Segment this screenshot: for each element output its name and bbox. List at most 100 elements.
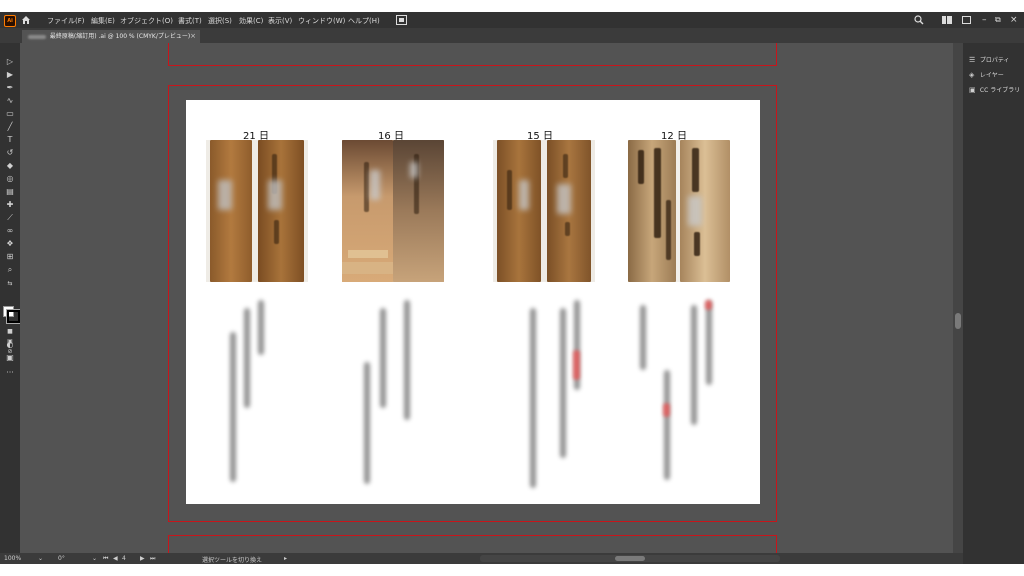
rotate-view-field[interactable]: 0° (58, 555, 65, 562)
app-logo: Ai (4, 15, 16, 27)
cc-libraries-icon: ▣ (969, 86, 976, 94)
draw-mode-icon[interactable]: ◐ (4, 340, 16, 350)
blurred-inscription (268, 180, 282, 210)
gradient-tool-icon[interactable]: ▤ (4, 187, 16, 197)
status-bar: 100% ⌄ 0° ⌄ ⏮ ◀ 4 ▶ ⏭ 選択ツールを切り換え ▸ (0, 553, 963, 564)
minimize-icon[interactable]: – (982, 15, 987, 25)
more-tools-icon[interactable]: ··· (4, 368, 16, 378)
blurred-text-column (560, 308, 566, 458)
illustrator-window: Ai ファイル(F) 編集(E) オブジェクト(O) 書式(T) 選択(S) 効… (0, 12, 1024, 564)
zoom-tool-icon[interactable]: ⌕ (4, 265, 16, 275)
mesh-tool-icon[interactable]: ✚ (4, 200, 16, 210)
tablet-photo-16 (342, 140, 444, 282)
zoom-level-field[interactable]: 100% (4, 555, 21, 562)
tablet-photo-15 (493, 140, 595, 282)
menu-window[interactable]: ウィンドウ(W) (298, 16, 345, 26)
inscription (654, 148, 661, 238)
blurred-inscription (218, 180, 232, 210)
properties-icon: ☰ (969, 56, 976, 64)
curvature-tool-icon[interactable]: ∿ (4, 96, 16, 106)
blurred-inscription (370, 170, 380, 200)
horizontal-scrollbar[interactable] (480, 555, 780, 562)
close-window-icon[interactable]: × (1010, 15, 1018, 25)
menu-effect[interactable]: 効果(C) (239, 16, 263, 26)
pen-tool-icon[interactable]: ✒ (4, 83, 16, 93)
next-artboard-icon[interactable]: ▶ (140, 555, 145, 562)
workspace-switcher-icon[interactable] (942, 16, 952, 24)
vertical-scrollbar[interactable] (953, 43, 963, 553)
restore-icon[interactable]: ⧉ (995, 15, 1001, 25)
menu-edit[interactable]: 編集(E) (91, 16, 115, 26)
vertical-scroll-thumb[interactable] (955, 313, 961, 329)
horizontal-scroll-thumb[interactable] (615, 556, 645, 561)
blurred-text-column (364, 362, 370, 484)
swap-colors-icon[interactable]: ⇆ (4, 279, 16, 289)
artboard-tool-icon[interactable]: ⊞ (4, 252, 16, 262)
artboard-number-field[interactable]: 4 (122, 555, 126, 562)
type-tool-icon[interactable]: T (4, 135, 16, 145)
inscription (563, 154, 568, 178)
search-icon[interactable] (914, 15, 924, 25)
zoom-dropdown-icon[interactable]: ⌄ (38, 555, 43, 562)
tab-close-icon[interactable]: × (190, 30, 196, 43)
panel-cc-libraries[interactable]: ▣ CC ライブラリ (969, 85, 1020, 95)
blend-tool-icon[interactable]: ∞ (4, 226, 16, 236)
screen-mode-icon[interactable]: ▣ (4, 353, 16, 363)
tablet-photo-21 (206, 140, 308, 282)
inscription (638, 150, 644, 184)
document-tab-label: 最終原稿(縮訂用) .ai @ 100 % (CMYK/プレビュー) (49, 33, 191, 40)
stroke-color-swatch[interactable] (7, 310, 20, 323)
inscription (692, 148, 699, 192)
blurred-text-column (691, 305, 697, 425)
artboard-border-next (168, 535, 777, 553)
highlight-mark (573, 350, 580, 380)
blurred-text-column (640, 305, 646, 370)
selection-tool-icon[interactable]: ▷ (4, 57, 16, 67)
tools-panel: ▷ ▶ ✒ ∿ ▭ ╱ T ↺ ◆ ◎ ▤ ✚ ⟋ ∞ ❖ ⊞ ⌕ ⇆ ■ ▣ … (0, 43, 20, 553)
eyedropper-tool-icon[interactable]: ⟋ (4, 213, 16, 223)
blurred-inscription (410, 162, 418, 178)
direct-selection-tool-icon[interactable]: ▶ (4, 70, 16, 80)
layers-icon: ◈ (969, 71, 975, 79)
eraser-tool-icon[interactable]: ◆ (4, 161, 16, 171)
shape-builder-tool-icon[interactable]: ◎ (4, 174, 16, 184)
menu-help[interactable]: ヘルプ(H) (348, 16, 380, 26)
inscription (274, 220, 279, 244)
artboard-border-previous (168, 43, 777, 66)
blurred-text-column (706, 300, 712, 385)
panel-toggle-icon[interactable] (962, 16, 971, 24)
panel-layers-label: レイヤー (979, 72, 1004, 79)
canvas-area[interactable]: 21 日 16 日 15 日 12 日 (20, 43, 953, 553)
inscription (666, 200, 671, 260)
menu-object[interactable]: オブジェクト(O) (120, 16, 173, 26)
panel-properties[interactable]: ☰ プロパティ (969, 55, 1010, 65)
tablet-base (342, 262, 393, 274)
blurred-text-column (230, 332, 236, 482)
panel-layers[interactable]: ◈ レイヤー (969, 70, 1004, 80)
arrange-documents-icon[interactable] (396, 15, 407, 25)
blurred-inscription (557, 184, 571, 214)
highlight-mark (663, 403, 670, 417)
color-mode-icons[interactable]: ■ ▣ ⊘ (4, 327, 16, 355)
rectangle-tool-icon[interactable]: ▭ (4, 109, 16, 119)
menu-file[interactable]: ファイル(F) (47, 16, 85, 26)
menu-select[interactable]: 選択(S) (208, 16, 232, 26)
first-artboard-icon[interactable]: ⏮ (103, 555, 108, 563)
blurred-text-column (258, 300, 264, 355)
highlight-mark (705, 300, 712, 310)
blurred-text-column (244, 308, 250, 408)
rotate-dropdown-icon[interactable]: ⌄ (92, 555, 97, 562)
symbol-sprayer-tool-icon[interactable]: ❖ (4, 239, 16, 249)
paintbrush-tool-icon[interactable]: ╱ (4, 122, 16, 132)
menu-view[interactable]: 表示(V) (268, 16, 292, 26)
last-artboard-icon[interactable]: ⏭ (150, 555, 155, 563)
menu-type[interactable]: 書式(T) (178, 16, 202, 26)
status-menu-arrow-icon[interactable]: ▸ (284, 555, 287, 562)
home-icon[interactable] (21, 15, 31, 25)
previous-artboard-icon[interactable]: ◀ (113, 555, 118, 562)
document-tab[interactable]: 最終原稿(縮訂用) .ai @ 100 % (CMYK/プレビュー) × (22, 30, 200, 43)
blurred-filename (28, 34, 46, 39)
rotate-tool-icon[interactable]: ↺ (4, 148, 16, 158)
inscription (694, 232, 700, 256)
inscription (364, 162, 369, 212)
